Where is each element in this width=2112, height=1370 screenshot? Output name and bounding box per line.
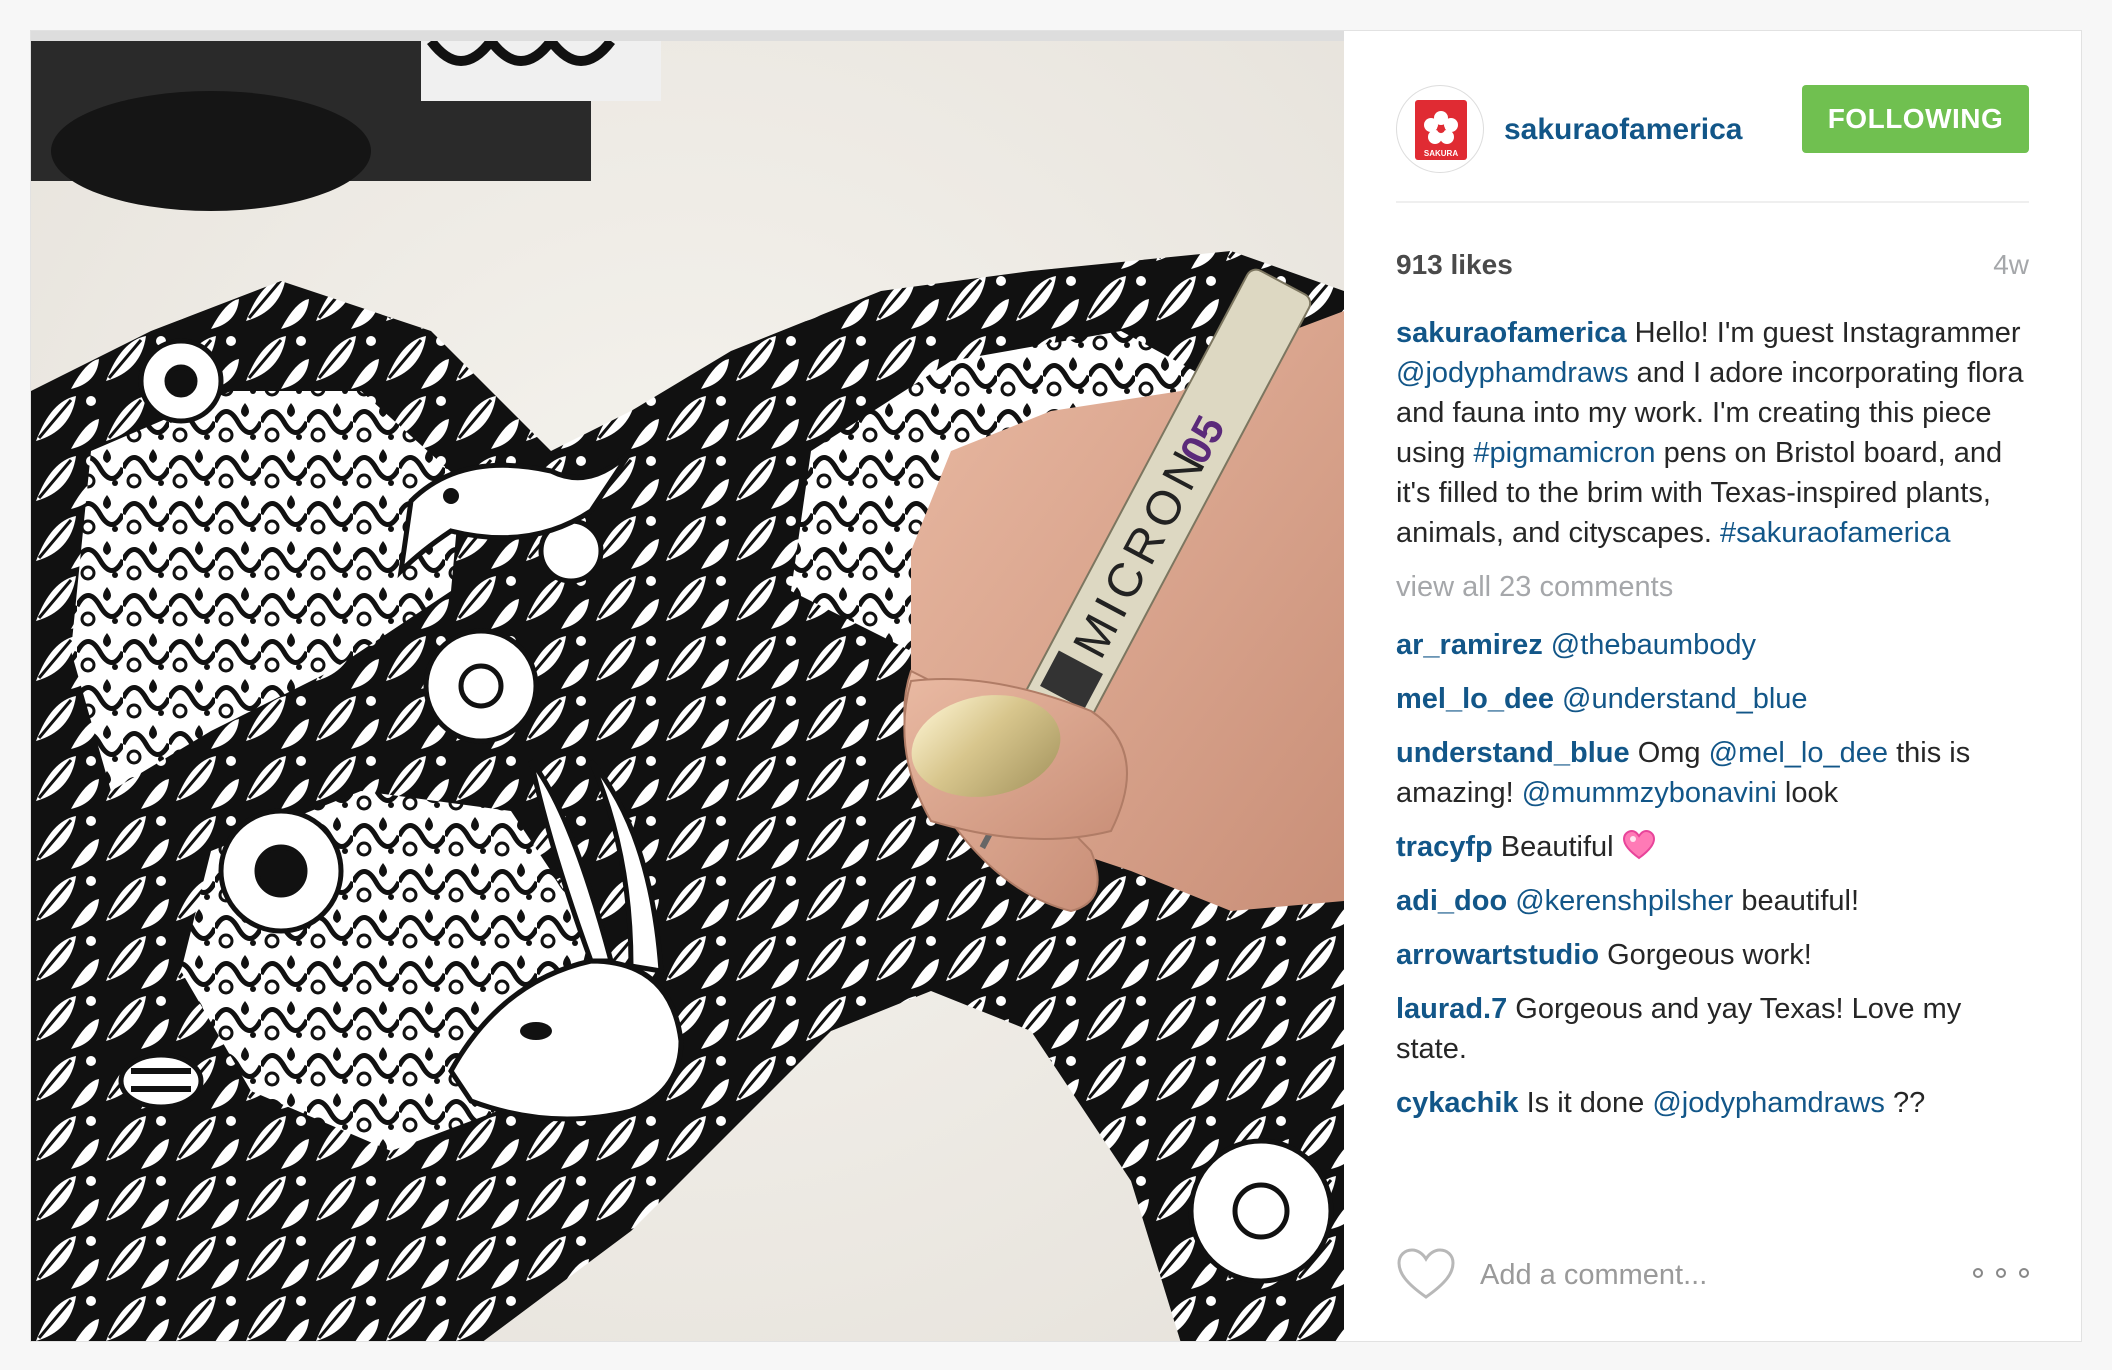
comment-username[interactable]: cykachik bbox=[1396, 1087, 1519, 1119]
post-sidebar: SAKURA sakuraofamerica FOLLOWING 913 lik… bbox=[1344, 31, 2081, 1341]
comment-row: understand_blue Omg @mel_lo_dee this is … bbox=[1396, 733, 2032, 813]
comment-text: Omg bbox=[1629, 737, 1709, 769]
comment-row: tracyfp Beautiful bbox=[1396, 827, 2032, 867]
instagram-post: MICRON 05 SAKURA sakuraofamerica FOLLOWI… bbox=[30, 30, 2082, 1342]
comment-username[interactable]: laurad.7 bbox=[1396, 993, 1507, 1025]
caption-text: Hello! I'm guest Instagrammer bbox=[1626, 317, 2021, 349]
heart-outline-icon[interactable] bbox=[1396, 1247, 1456, 1301]
comments-list: sakuraofamerica Hello! I'm guest Instagr… bbox=[1396, 313, 2032, 1225]
view-all-comments-link[interactable]: view all 23 comments bbox=[1396, 567, 2032, 607]
comment-text: ?? bbox=[1884, 1087, 1926, 1119]
caption: sakuraofamerica Hello! I'm guest Instagr… bbox=[1396, 313, 2032, 553]
post-photo[interactable]: MICRON 05 bbox=[31, 31, 1344, 1341]
post-header: SAKURA sakuraofamerica FOLLOWING bbox=[1396, 73, 2029, 183]
comment-text bbox=[1543, 629, 1551, 661]
comment-row: adi_doo @kerenshpilsher beautiful! bbox=[1396, 881, 2032, 921]
comment-username[interactable]: understand_blue bbox=[1396, 737, 1630, 769]
comment-text: look bbox=[1776, 777, 1839, 809]
avatar-text: SAKURA bbox=[1424, 149, 1458, 158]
comment-row: arrowartstudio Gorgeous work! bbox=[1396, 935, 2032, 975]
caption-mention[interactable]: @jodyphamdraws bbox=[1396, 357, 1629, 389]
drawing-photo: MICRON 05 bbox=[31, 31, 1344, 1341]
likes-count[interactable]: 913 likes bbox=[1396, 249, 1513, 281]
avatar[interactable]: SAKURA bbox=[1396, 85, 1484, 173]
dot bbox=[1973, 1268, 1983, 1278]
more-options-icon[interactable] bbox=[1973, 1261, 2029, 1285]
comment-text: Gorgeous work! bbox=[1599, 939, 1812, 971]
caption-hashtag[interactable]: #sakuraofamerica bbox=[1720, 517, 1951, 549]
comment-username[interactable]: mel_lo_dee bbox=[1396, 683, 1554, 715]
comment-mention[interactable]: @jodyphamdraws bbox=[1652, 1087, 1885, 1119]
comment-text bbox=[1554, 683, 1562, 715]
comment-text: beautiful! bbox=[1733, 885, 1860, 917]
sakura-logo-icon: SAKURA bbox=[1415, 100, 1467, 160]
comment-row: laurad.7 Gorgeous and yay Texas! Love my… bbox=[1396, 989, 2032, 1069]
following-button[interactable]: FOLLOWING bbox=[1802, 85, 2029, 153]
dot bbox=[1996, 1268, 2006, 1278]
caption-hashtag[interactable]: #pigmamicron bbox=[1473, 437, 1655, 469]
comment-mention[interactable]: @thebaumbody bbox=[1551, 629, 1756, 661]
comment-username[interactable]: ar_ramirez bbox=[1396, 629, 1543, 661]
divider bbox=[1396, 201, 2029, 203]
comment-footer bbox=[1396, 1241, 2029, 1311]
dot bbox=[2019, 1268, 2029, 1278]
comment-username[interactable]: adi_doo bbox=[1396, 885, 1507, 917]
comment-mention[interactable]: @mel_lo_dee bbox=[1709, 737, 1888, 769]
sparkling-heart-icon bbox=[1622, 830, 1655, 860]
comment-mention[interactable]: @understand_blue bbox=[1562, 683, 1808, 715]
caption-username[interactable]: sakuraofamerica bbox=[1396, 317, 1627, 349]
comment-text: Is it done bbox=[1518, 1087, 1653, 1119]
comment-items: ar_ramirez @thebaumbody mel_lo_dee @under… bbox=[1396, 625, 2032, 1123]
comment-username[interactable]: arrowartstudio bbox=[1396, 939, 1599, 971]
comment-username[interactable]: tracyfp bbox=[1396, 831, 1493, 863]
add-comment-input[interactable] bbox=[1478, 1251, 1952, 1299]
comment-mention[interactable]: @kerenshpilsher bbox=[1515, 885, 1733, 917]
comment-row: cykachik Is it done @jodyphamdraws ?? bbox=[1396, 1083, 2032, 1123]
comment-row: mel_lo_dee @understand_blue bbox=[1396, 679, 2032, 719]
post-time[interactable]: 4w bbox=[1993, 249, 2029, 281]
username-link[interactable]: sakuraofamerica bbox=[1504, 113, 1742, 147]
comment-mention[interactable]: @mummzybonavini bbox=[1522, 777, 1777, 809]
comment-row: ar_ramirez @thebaumbody bbox=[1396, 625, 2032, 665]
comment-text: Beautiful bbox=[1492, 831, 1622, 863]
